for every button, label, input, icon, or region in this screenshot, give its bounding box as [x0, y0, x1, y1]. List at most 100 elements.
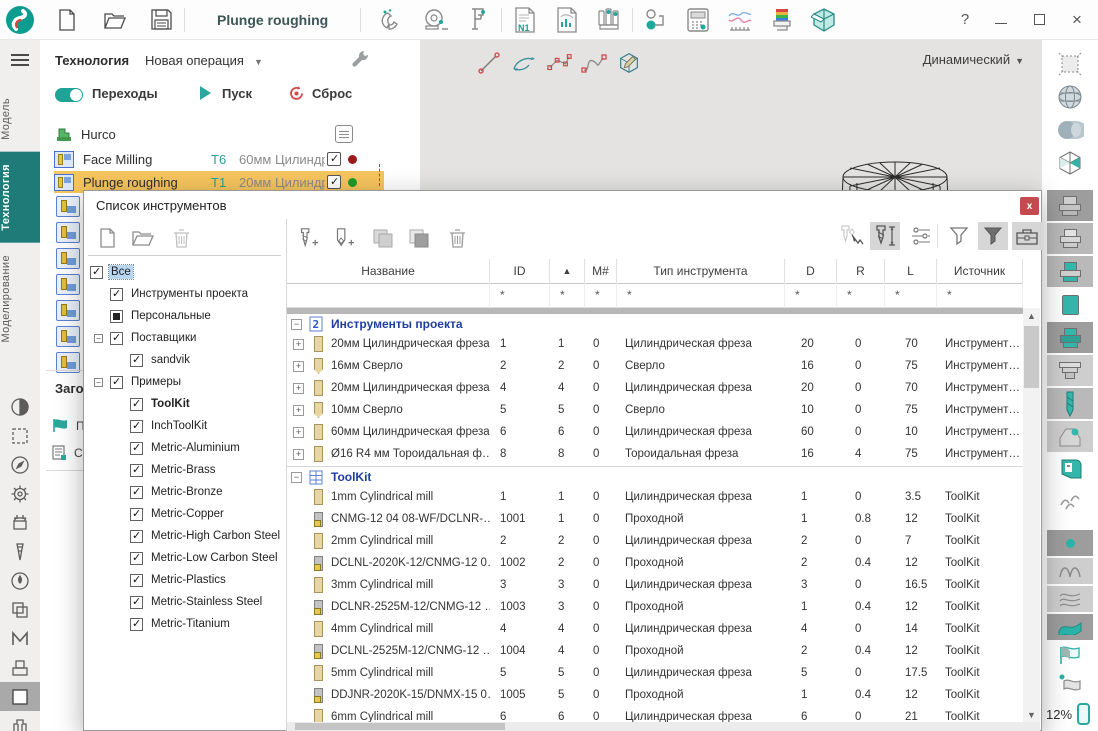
dialog-close-button[interactable]: x [1020, 197, 1039, 215]
library-checkbox[interactable] [90, 266, 103, 279]
workpiece-setup-icon[interactable] [0, 508, 40, 537]
column-header[interactable]: D [785, 259, 837, 284]
tool-row[interactable]: 3mm Cylindrical mill330Цилиндрическая фр… [287, 574, 1023, 596]
maximize-button[interactable] [1024, 6, 1054, 34]
tool-row[interactable]: 6mm Cylindrical mill660Цилиндрическая фр… [287, 706, 1023, 723]
transitions-toggle[interactable] [55, 88, 83, 102]
library-checkbox[interactable] [130, 618, 143, 631]
process-scheme-button[interactable] [643, 7, 669, 33]
plain-square-icon[interactable] [0, 682, 40, 711]
filter-cell[interactable]: * [937, 284, 1023, 308]
scroll-down-button[interactable]: ▼ [1023, 707, 1040, 723]
drill-bit-icon[interactable] [1047, 388, 1093, 419]
cylinder-tool-selected-icon[interactable] [1047, 289, 1093, 320]
new-project-button[interactable] [54, 7, 80, 33]
point-marker-icon[interactable] [1047, 530, 1093, 556]
tool-icon[interactable] [0, 537, 40, 566]
tool-row[interactable]: DCLNL-2525M-12/CNMG-12 …100440Проходной2… [287, 640, 1023, 662]
machine-menu-button[interactable] [335, 125, 353, 143]
library-checkbox[interactable] [130, 486, 143, 499]
contrast-icon[interactable] [0, 392, 40, 421]
column-header[interactable]: Тип инструмента [617, 259, 785, 284]
holder-gray-icon[interactable] [1047, 190, 1093, 221]
tool-dimensions-button[interactable] [870, 222, 900, 250]
delete-tool-button[interactable] [446, 227, 468, 249]
group-collapse-icon[interactable]: − [291, 472, 302, 483]
library-tree-item[interactable]: sandvik [88, 349, 284, 371]
calculator-button[interactable] [685, 7, 711, 33]
draw-arc-icon[interactable] [511, 50, 537, 76]
settings-gear-icon[interactable] [0, 479, 40, 508]
main-menu-button[interactable] [11, 54, 29, 66]
selection-box-icon[interactable] [0, 421, 40, 450]
delete-library-button[interactable] [170, 227, 192, 249]
row-expand-icon[interactable]: + [293, 361, 304, 372]
sort-ascending-icon[interactable]: ▲ [550, 259, 585, 284]
filter-cell[interactable]: * [885, 284, 937, 308]
scroll-up-button[interactable]: ▲ [1023, 308, 1040, 324]
new-operation-dropdown[interactable]: Новая операция▼ [145, 53, 263, 68]
library-tree-item[interactable]: Metric-Stainless Steel [88, 591, 284, 613]
row-expand-icon[interactable]: + [293, 405, 304, 416]
tool-group-row[interactable]: −ToolKit [287, 468, 1023, 486]
snap-magnet-button[interactable] [379, 7, 405, 33]
compass-icon[interactable] [0, 450, 40, 479]
operation-icon[interactable] [56, 222, 80, 243]
column-header[interactable]: ID [490, 259, 550, 284]
stepped-cone-icon[interactable] [1047, 355, 1093, 386]
operation-icon[interactable] [56, 196, 80, 217]
add-mill-tool-button[interactable] [296, 227, 318, 249]
library-tree-item[interactable]: Metric-Plastics [88, 569, 284, 591]
library-tree-item[interactable]: Персональные [88, 305, 284, 327]
view-options-button[interactable] [906, 222, 936, 250]
machine-node[interactable]: Hurco [55, 126, 116, 142]
library-tree-item[interactable]: Metric-High Carbon Steel [88, 525, 284, 547]
scrollbar-thumb[interactable] [1024, 326, 1039, 388]
filter-cell[interactable]: * [837, 284, 885, 308]
macro-icon[interactable] [0, 624, 40, 653]
minimize-button[interactable] [986, 6, 1016, 34]
holder-teal-top-icon[interactable] [1047, 256, 1093, 287]
row-expand-icon[interactable]: + [293, 383, 304, 394]
machine-head-gray-icon[interactable] [1047, 421, 1093, 452]
toolbox-button[interactable] [1012, 222, 1042, 250]
save-project-button[interactable] [148, 7, 174, 33]
operation-icon[interactable] [56, 248, 80, 269]
library-checkbox[interactable] [130, 530, 143, 543]
multi-wave-icon[interactable] [1047, 586, 1093, 612]
draw-spline-icon[interactable] [581, 50, 607, 76]
draw-line-icon[interactable] [476, 50, 502, 76]
column-header[interactable]: R [837, 259, 885, 284]
close-button[interactable]: × [1062, 6, 1092, 34]
row-expand-icon[interactable]: + [293, 339, 304, 350]
library-tree-item[interactable]: −Поставщики [88, 327, 284, 349]
library-tree-item[interactable]: Metric-Bronze [88, 481, 284, 503]
shaded-view-icon[interactable] [1047, 114, 1093, 145]
library-checkbox[interactable] [130, 354, 143, 367]
machine-head-teal-icon[interactable] [1047, 454, 1093, 485]
tool-row[interactable]: DCLNL-2020K-12/CNMG-12 0…100220Проходной… [287, 552, 1023, 574]
flag-teal-icon[interactable] [1047, 642, 1093, 668]
copy-tool-button[interactable] [372, 227, 394, 249]
tool-row[interactable]: +10мм Сверло550Сверло10075Инструмент… [287, 399, 1023, 421]
holder-light-icon[interactable] [1047, 223, 1093, 254]
library-tree-item[interactable]: Все [88, 261, 284, 283]
edit-sketch-plane-icon[interactable] [616, 50, 642, 76]
hatch-pattern-icon[interactable] [1047, 487, 1093, 518]
operation-checkbox[interactable] [327, 175, 341, 189]
tool-row[interactable]: 4mm Cylindrical mill440Цилиндрическая фр… [287, 618, 1023, 640]
library-checkbox[interactable] [130, 442, 143, 455]
tool-row[interactable]: DCLNR-2525M-12/CNMG-12 …100330Проходной1… [287, 596, 1023, 618]
library-checkbox[interactable] [130, 574, 143, 587]
open-library-button[interactable] [132, 227, 154, 249]
operation-icon[interactable] [56, 326, 80, 347]
library-checkbox[interactable] [110, 288, 123, 301]
tool-stack-button[interactable] [769, 7, 795, 33]
library-tree-item[interactable]: Metric-Titanium [88, 613, 284, 635]
vertical-scrollbar[interactable]: ▲ ▼ [1023, 308, 1040, 723]
holder-teal-icon[interactable] [1047, 322, 1093, 353]
tool-row[interactable]: 2mm Cylindrical mill220Цилиндрическая фр… [287, 530, 1023, 552]
row-expand-icon[interactable]: + [293, 427, 304, 438]
library-tree-item[interactable]: Metric-Brass [88, 459, 284, 481]
filter-button[interactable] [944, 222, 974, 250]
